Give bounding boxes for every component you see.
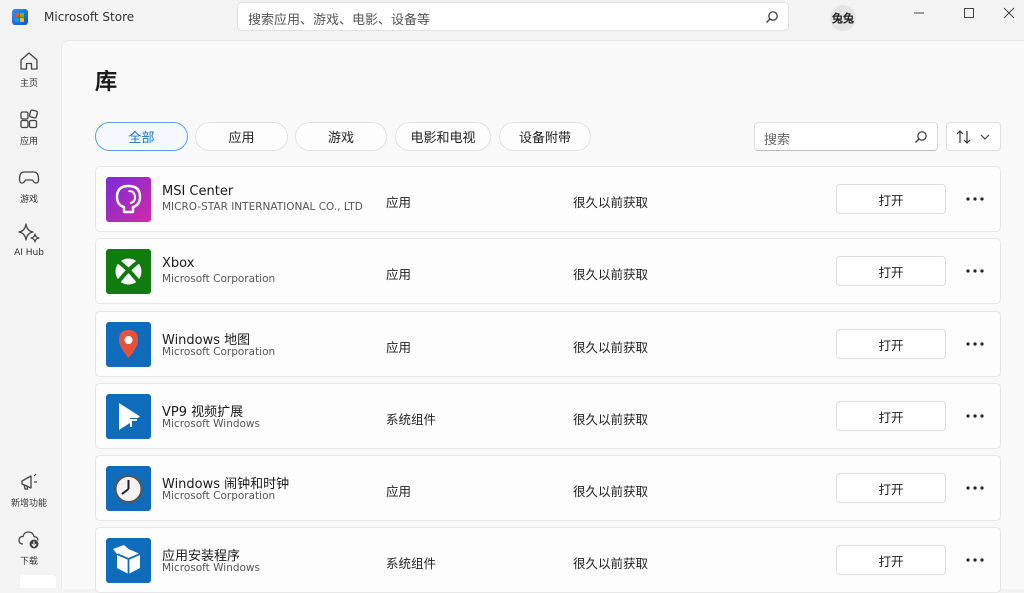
xbox-icon	[106, 249, 151, 294]
alarm-clock-icon	[106, 466, 151, 511]
filter-chip-device-included[interactable]: 设备附带	[499, 122, 591, 151]
acquired-date: 很久以前获取	[573, 267, 649, 282]
acquired-date: 很久以前获取	[573, 195, 649, 210]
open-button[interactable]: 打开	[836, 256, 946, 286]
library-row[interactable]: MSI Center MICRO-STAR INTERNATIONAL CO.,…	[95, 166, 1001, 232]
app-publisher: MICRO-STAR INTERNATIONAL CO., LTD	[162, 201, 363, 213]
cloud-download-icon	[18, 531, 39, 549]
nav-label-downloads: 下载	[19, 557, 38, 567]
nav-item-games[interactable]: 游戏	[0, 166, 58, 214]
nav-label-games: 游戏	[19, 195, 38, 205]
more-options-button[interactable]	[962, 259, 988, 283]
library-row[interactable]: 应用安装程序 Microsoft Windows 系统组件 很久以前获取 打开	[95, 527, 1001, 593]
minimize-icon	[914, 12, 924, 14]
more-options-button[interactable]	[962, 187, 988, 211]
app-publisher: Microsoft Corporation	[162, 273, 276, 285]
app-publisher: Microsoft Windows	[162, 562, 260, 574]
filter-chip-games[interactable]: 游戏	[295, 122, 387, 151]
nav-label-apps: 应用	[19, 137, 38, 147]
video-extension-icon	[106, 394, 151, 439]
app-publisher: Microsoft Corporation	[162, 346, 276, 358]
app-publisher: Microsoft Windows	[162, 418, 260, 430]
nav-label-ai-hub: AI Hub	[14, 248, 44, 258]
more-icon	[966, 269, 984, 273]
library-search-input[interactable]: 搜索	[754, 122, 938, 151]
open-button[interactable]: 打开	[836, 329, 946, 359]
filter-chip-all[interactable]: 全部	[95, 122, 188, 151]
app-type: 应用	[386, 195, 412, 210]
open-button[interactable]: 打开	[836, 473, 946, 503]
title-bar: Microsoft Store 搜索应用、游戏、电影、设备等 兔兔	[0, 0, 1024, 36]
nav-item-apps[interactable]: 应用	[0, 108, 58, 156]
close-icon	[1003, 7, 1015, 19]
app-type: 系统组件	[386, 556, 437, 571]
app-name: Xbox	[162, 256, 195, 271]
more-options-button[interactable]	[962, 476, 988, 500]
more-options-button[interactable]	[962, 404, 988, 428]
filter-chip-movies-tv[interactable]: 电影和电视	[395, 122, 491, 151]
app-installer-icon	[106, 538, 151, 583]
nav-label-home: 主页	[19, 79, 38, 89]
search-icon[interactable]	[914, 130, 928, 144]
apps-icon	[20, 109, 39, 129]
megaphone-icon	[21, 473, 37, 490]
chevron-down-icon	[980, 134, 990, 140]
nav-label-whats-new: 新增功能	[10, 499, 47, 509]
more-options-button[interactable]	[962, 548, 988, 572]
nav-item-home[interactable]: 主页	[0, 50, 58, 98]
library-row[interactable]: VP9 视频扩展 Microsoft Windows 系统组件 很久以前获取 打…	[95, 383, 1001, 449]
acquired-date: 很久以前获取	[573, 412, 649, 427]
nav-item-whats-new[interactable]: 新增功能	[0, 470, 58, 518]
search-icon[interactable]	[765, 10, 779, 24]
app-type: 系统组件	[386, 412, 437, 427]
global-search-input[interactable]: 搜索应用、游戏、电影、设备等	[237, 2, 789, 31]
library-row[interactable]: Xbox Microsoft Corporation 应用 很久以前获取 打开	[95, 238, 1001, 304]
more-icon	[966, 558, 984, 562]
msi-center-icon	[106, 177, 151, 222]
sort-button[interactable]	[946, 122, 1001, 151]
more-icon	[966, 486, 984, 490]
nav-item-ai-hub[interactable]: AI Hub	[0, 222, 58, 270]
open-button[interactable]: 打开	[836, 184, 946, 214]
sort-icon	[956, 130, 971, 144]
library-search-placeholder: 搜索	[764, 133, 791, 148]
app-name: MSI Center	[162, 184, 234, 199]
app-type: 应用	[386, 267, 412, 282]
app-type: 应用	[386, 484, 412, 499]
user-avatar[interactable]: 兔兔	[830, 5, 856, 31]
maximize-button[interactable]	[955, 2, 983, 24]
acquired-date: 很久以前获取	[573, 340, 649, 355]
library-row[interactable]: Windows 闹钟和时钟 Microsoft Corporation 应用 很…	[95, 455, 1001, 521]
filter-chip-apps[interactable]: 应用	[195, 122, 288, 151]
store-logo-icon	[12, 9, 28, 25]
maps-icon	[106, 322, 151, 367]
more-icon	[966, 414, 984, 418]
gamepad-icon	[18, 171, 40, 184]
acquired-date: 很久以前获取	[573, 484, 649, 499]
more-icon	[966, 342, 984, 346]
open-button[interactable]: 打开	[836, 545, 946, 575]
more-icon	[966, 197, 984, 201]
page-title: 库	[95, 70, 118, 95]
maximize-icon	[964, 8, 974, 18]
app-type: 应用	[386, 340, 412, 355]
sparkle-icon	[18, 223, 40, 243]
close-button[interactable]	[995, 2, 1023, 24]
more-options-button[interactable]	[962, 332, 988, 356]
app-title: Microsoft Store	[44, 10, 135, 24]
sidebar: 主页 应用 游戏 AI Hub 新增功能 下载	[0, 36, 58, 588]
search-placeholder: 搜索应用、游戏、电影、设备等	[248, 13, 431, 28]
home-icon	[20, 52, 38, 70]
nav-item-downloads[interactable]: 下载	[0, 528, 58, 576]
nav-selection-indicator	[20, 575, 56, 588]
library-row[interactable]: Windows 地图 Microsoft Corporation 应用 很久以前…	[95, 311, 1001, 377]
app-publisher: Microsoft Corporation	[162, 490, 276, 502]
minimize-button[interactable]	[905, 2, 933, 24]
acquired-date: 很久以前获取	[573, 556, 649, 571]
open-button[interactable]: 打开	[836, 401, 946, 431]
